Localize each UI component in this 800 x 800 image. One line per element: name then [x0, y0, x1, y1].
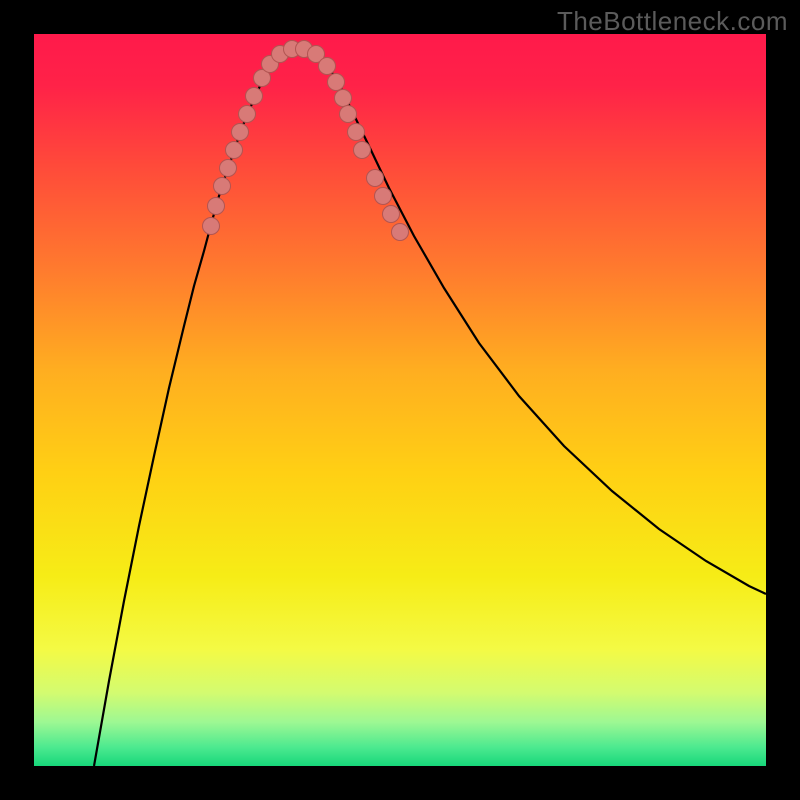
data-dot	[375, 188, 392, 205]
chart-svg	[34, 34, 766, 766]
data-dot	[239, 106, 256, 123]
data-dot	[226, 142, 243, 159]
data-dot	[383, 206, 400, 223]
watermark-text: TheBottleneck.com	[557, 6, 788, 37]
data-dot	[328, 74, 345, 91]
data-dot	[354, 142, 371, 159]
data-dot	[367, 170, 384, 187]
data-dot	[214, 178, 231, 195]
data-dot	[348, 124, 365, 141]
data-dot	[232, 124, 249, 141]
data-dot	[203, 218, 220, 235]
data-dot	[220, 160, 237, 177]
data-dot	[246, 88, 263, 105]
data-dot	[392, 224, 409, 241]
data-dot	[208, 198, 225, 215]
data-dot	[319, 58, 336, 75]
gradient-background	[34, 34, 766, 766]
outer-frame: TheBottleneck.com	[0, 0, 800, 800]
data-dot	[335, 90, 352, 107]
data-dot	[340, 106, 357, 123]
plot-area	[34, 34, 766, 766]
